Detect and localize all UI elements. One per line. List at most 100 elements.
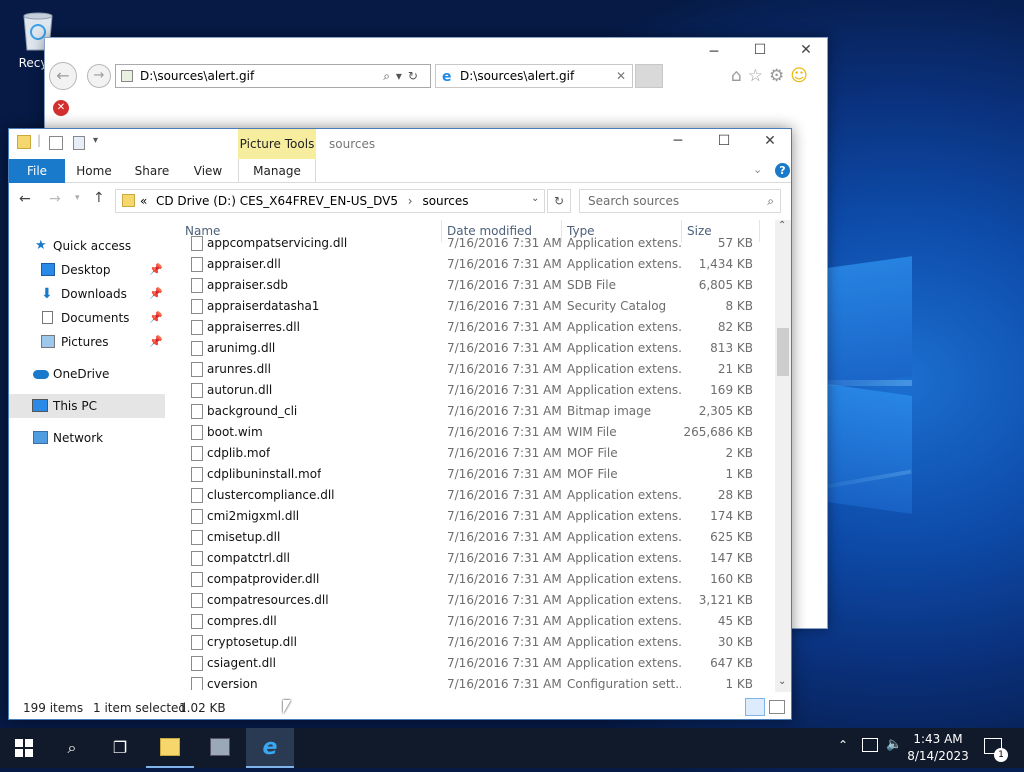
ie-toolbar-icons[interactable]: ⌂☆⚙☺ bbox=[731, 66, 814, 86]
ie-address-bar[interactable]: D:\sources\alert.gif ⌕▾↻ bbox=[115, 64, 431, 88]
pin-icon[interactable]: 📌 bbox=[149, 306, 163, 330]
help-icon[interactable]: ? bbox=[775, 163, 790, 178]
nav-quick-access[interactable]: ★ Quick access bbox=[9, 234, 165, 258]
forward-arrow-icon[interactable]: → bbox=[49, 191, 61, 207]
file-row[interactable]: cmi2migxml.dll 7/16/2016 7:31 AM Applicati… bbox=[179, 506, 775, 527]
close-button[interactable]: ✕ bbox=[747, 133, 793, 149]
file-name: cryptosetup.dll bbox=[207, 635, 297, 649]
new-tab-button[interactable] bbox=[635, 64, 663, 88]
nav-this-pc[interactable]: This PC bbox=[9, 394, 165, 418]
breadcrumb-folder[interactable]: sources bbox=[422, 194, 468, 208]
task-view-button[interactable]: ❐ bbox=[96, 728, 144, 768]
vertical-scrollbar[interactable]: ⌃ ⌄ bbox=[775, 220, 791, 692]
file-row[interactable]: appcompatservicing.dll 7/16/2016 7:31 AM A… bbox=[179, 233, 775, 254]
home-icon[interactable]: ⌂ bbox=[731, 66, 748, 86]
up-arrow-icon[interactable]: ↑ bbox=[93, 190, 105, 206]
close-tab-icon[interactable]: ✕ bbox=[616, 65, 626, 87]
pin-icon[interactable]: 📌 bbox=[149, 330, 163, 354]
recent-locations-icon[interactable]: ▾ bbox=[75, 193, 80, 203]
file-row[interactable]: csiagent.dll 7/16/2016 7:31 AM Application… bbox=[179, 653, 775, 674]
nav-downloads[interactable]: ⬇ Downloads 📌 bbox=[9, 282, 165, 306]
settings-gear-icon[interactable]: ⚙ bbox=[769, 66, 790, 86]
file-row[interactable]: cryptosetup.dll 7/16/2016 7:31 AM Applicat… bbox=[179, 632, 775, 653]
file-row[interactable]: cdplibuninstall.mof 7/16/2016 7:31 AM MOF … bbox=[179, 464, 775, 485]
minimize-button[interactable]: ─ bbox=[655, 133, 701, 149]
file-icon bbox=[191, 656, 203, 671]
breadcrumb-drive[interactable]: CD Drive (D:) CES_X64FREV_EN-US_DV5 bbox=[156, 194, 398, 208]
tab-view[interactable]: View bbox=[183, 159, 233, 183]
details-view-icon[interactable] bbox=[745, 698, 765, 716]
new-folder-icon[interactable] bbox=[73, 136, 85, 150]
file-row[interactable]: appraiser.dll 7/16/2016 7:31 AM Applicatio… bbox=[179, 254, 775, 275]
nav-network[interactable]: Network bbox=[9, 426, 165, 450]
nav-documents[interactable]: Documents 📌 bbox=[9, 306, 165, 330]
file-row[interactable]: compatctrl.dll 7/16/2016 7:31 AM Applicati… bbox=[179, 548, 775, 569]
ie-close-button[interactable]: ✕ bbox=[783, 42, 829, 58]
file-row[interactable]: appraiserdatasha1 7/16/2016 7:31 AM Securi… bbox=[179, 296, 775, 317]
scroll-down-icon[interactable]: ⌄ bbox=[778, 676, 786, 687]
file-row[interactable]: compatresources.dll 7/16/2016 7:31 AM Appl… bbox=[179, 590, 775, 611]
taskbar-file-explorer[interactable] bbox=[146, 728, 194, 768]
qat-separator: | bbox=[37, 133, 42, 147]
forward-button[interactable]: → bbox=[87, 64, 111, 88]
properties-icon[interactable] bbox=[49, 136, 63, 150]
back-arrow-icon[interactable]: ← bbox=[19, 191, 31, 207]
large-icons-view-icon[interactable] bbox=[769, 700, 785, 714]
nav-pictures[interactable]: Pictures 📌 bbox=[9, 330, 165, 354]
refresh-icon[interactable]: ↻ bbox=[547, 189, 571, 213]
file-row[interactable]: compatprovider.dll 7/16/2016 7:31 AM Appli… bbox=[179, 569, 775, 590]
ribbon-expand-icon[interactable]: ⌄ bbox=[753, 163, 762, 176]
address-bar[interactable]: « CD Drive (D:) CES_X64FREV_EN-US_DV5 › … bbox=[115, 189, 545, 213]
tab-file[interactable]: File bbox=[9, 159, 65, 183]
file-name: appraiserdatasha1 bbox=[207, 299, 320, 313]
file-date: 7/16/2016 7:31 AM bbox=[447, 551, 562, 565]
tab-manage[interactable]: Manage bbox=[238, 159, 316, 183]
file-date: 7/16/2016 7:31 AM bbox=[447, 593, 562, 607]
file-row[interactable]: arunimg.dll 7/16/2016 7:31 AM Application … bbox=[179, 338, 775, 359]
volume-icon[interactable]: 🔈 bbox=[886, 737, 902, 752]
tab-share[interactable]: Share bbox=[127, 159, 177, 183]
file-row[interactable]: compres.dll 7/16/2016 7:31 AM Application … bbox=[179, 611, 775, 632]
taskbar-internet-explorer[interactable]: e bbox=[246, 728, 294, 768]
show-hidden-icons[interactable]: ⌃ bbox=[838, 738, 848, 752]
favorites-star-icon[interactable]: ☆ bbox=[748, 66, 769, 86]
file-row[interactable]: arunres.dll 7/16/2016 7:31 AM Application … bbox=[179, 359, 775, 380]
scroll-up-icon[interactable]: ⌃ bbox=[778, 220, 786, 231]
file-size: 6,805 KB bbox=[698, 278, 753, 292]
file-row[interactable]: clustercompliance.dll 7/16/2016 7:31 AM Ap… bbox=[179, 485, 775, 506]
file-icon bbox=[191, 614, 203, 629]
breadcrumb-overflow[interactable]: « bbox=[140, 190, 147, 212]
network-status-icon[interactable] bbox=[862, 738, 878, 752]
address-dropdown-icon[interactable]: ⌄ bbox=[531, 193, 539, 204]
nav-onedrive[interactable]: OneDrive bbox=[9, 362, 165, 386]
search-refresh-icons[interactable]: ⌕▾↻ bbox=[383, 65, 424, 87]
ie-maximize-button[interactable]: ☐ bbox=[737, 42, 783, 58]
qat-dropdown-icon[interactable]: ▾ bbox=[93, 135, 98, 146]
file-type: Application extens... bbox=[567, 362, 681, 376]
file-name: appcompatservicing.dll bbox=[207, 236, 348, 250]
taskbar-server-manager[interactable] bbox=[196, 728, 244, 768]
file-row[interactable]: cdplib.mof 7/16/2016 7:31 AM MOF File 2 KB bbox=[179, 443, 775, 464]
ie-minimize-button[interactable]: ─ bbox=[691, 44, 737, 60]
maximize-button[interactable]: ☐ bbox=[701, 133, 747, 149]
file-row[interactable]: boot.wim 7/16/2016 7:31 AM WIM File 265,686… bbox=[179, 422, 775, 443]
smiley-feedback-icon[interactable]: ☺ bbox=[790, 66, 814, 86]
file-row[interactable]: cversion 7/16/2016 7:31 AM Configuration s… bbox=[179, 674, 775, 690]
back-button[interactable]: ← bbox=[49, 62, 77, 90]
scroll-thumb[interactable] bbox=[777, 328, 789, 376]
tab-home[interactable]: Home bbox=[69, 159, 119, 183]
file-row[interactable]: background_cli 7/16/2016 7:31 AM Bitmap im… bbox=[179, 401, 775, 422]
file-row[interactable]: appraiser.sdb 7/16/2016 7:31 AM SDB File 6,… bbox=[179, 275, 775, 296]
clock[interactable]: 1:43 AM 8/14/2023 bbox=[906, 731, 970, 765]
ie-tab-title: D:\sources\alert.gif bbox=[460, 69, 575, 83]
start-button[interactable] bbox=[0, 728, 48, 768]
pin-icon[interactable]: 📌 bbox=[149, 258, 163, 282]
file-row[interactable]: cmisetup.dll 7/16/2016 7:31 AM Application… bbox=[179, 527, 775, 548]
file-row[interactable]: autorun.dll 7/16/2016 7:31 AM Application … bbox=[179, 380, 775, 401]
ie-tab[interactable]: e D:\sources\alert.gif ✕ bbox=[435, 64, 633, 88]
nav-desktop[interactable]: Desktop 📌 bbox=[9, 258, 165, 282]
search-button[interactable]: ⌕ bbox=[48, 728, 96, 768]
file-row[interactable]: appraiserres.dll 7/16/2016 7:31 AM Applica… bbox=[179, 317, 775, 338]
search-input[interactable]: Search sources ⌕ bbox=[579, 189, 781, 213]
pin-icon[interactable]: 📌 bbox=[149, 282, 163, 306]
